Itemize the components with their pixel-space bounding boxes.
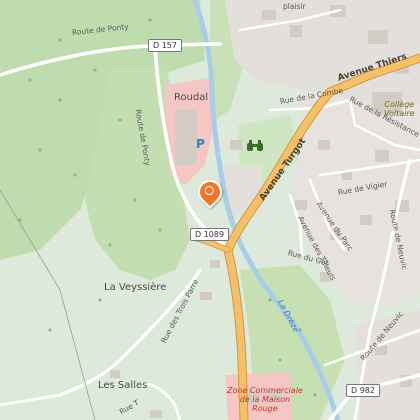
- map-canvas[interactable]: Route de Ponty Route de Ponty plaisir Av…: [0, 0, 420, 420]
- road-badge-d1089: D 1089: [190, 228, 230, 241]
- map-pin-dot: [202, 184, 216, 197]
- college-label-line1: Collège: [384, 100, 415, 109]
- road-badge-d982: D 982: [346, 384, 380, 397]
- road-badge-d157: D 157: [148, 39, 182, 52]
- zone-label-line3: Rouge: [252, 404, 278, 413]
- place-label-roudal: Roudal: [174, 92, 209, 103]
- street-label-plaisir: plaisir: [283, 2, 306, 11]
- zone-label-line1: Zone Commerciale: [227, 386, 303, 395]
- poi-label-zone-commerciale: Zone Commerciale de la Maison Rouge: [227, 386, 303, 413]
- place-label-les-salles: Les Salles: [98, 380, 148, 391]
- binoculars-icon[interactable]: [246, 139, 264, 153]
- poi-label-college-voltaire: Collège Voltaire: [384, 100, 415, 118]
- college-label-line2: Voltaire: [384, 109, 415, 118]
- map-base-layer: [0, 0, 420, 420]
- parking-icon[interactable]: P: [196, 137, 205, 151]
- zone-label-line2: de la Maison: [239, 395, 291, 404]
- place-label-la-veyssiere: La Veyssière: [104, 282, 167, 293]
